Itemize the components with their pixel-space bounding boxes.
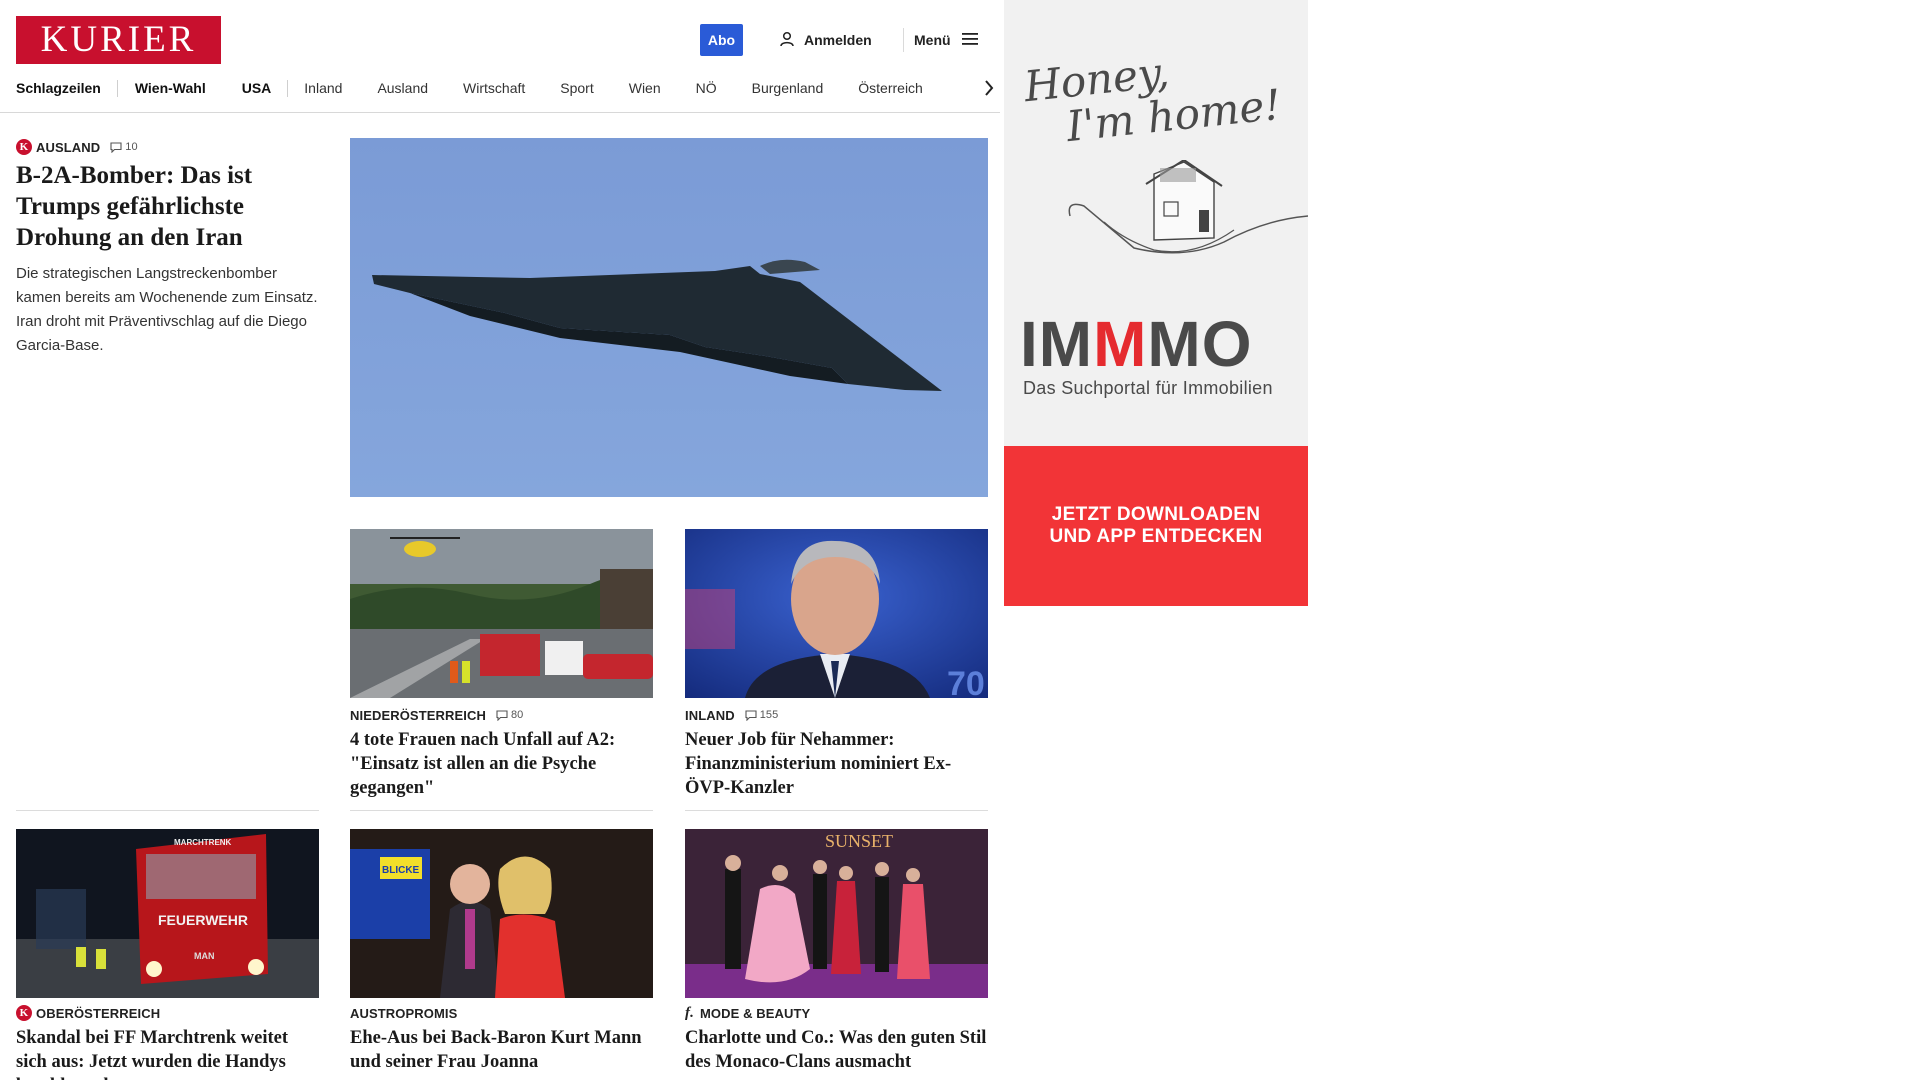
comment-icon: [496, 709, 508, 721]
nav-item-wien[interactable]: Wien: [629, 76, 661, 100]
immmo-advertisement[interactable]: Honey, I'm home! IMMMO Das Suchportal fü…: [1004, 0, 1308, 606]
menu-label: Menü: [914, 32, 951, 48]
menu-button[interactable]: Menü: [914, 30, 978, 50]
user-icon: [779, 31, 795, 50]
card-headline[interactable]: Charlotte und Co.: Was den guten Stil de…: [685, 1026, 988, 1074]
comment-count[interactable]: 155: [745, 709, 779, 721]
nav-divider: [116, 79, 118, 97]
photo-text: 70: [947, 665, 985, 698]
article-card[interactable]: K OBERÖSTERREICH Skandal bei FF Marchtre…: [16, 1004, 319, 1080]
comment-count-label: 80: [510, 709, 524, 721]
kurier-plus-icon: K: [16, 1005, 32, 1021]
ad-cta-line-1: JETZT DOWNLOADEN: [1051, 504, 1261, 525]
card-kicker: INLAND 155: [685, 706, 988, 724]
comment-count[interactable]: 10: [110, 141, 138, 153]
card-headline[interactable]: 4 tote Frauen nach Unfall auf A2: "Einsa…: [350, 728, 653, 800]
photo-text: SUNSET: [825, 831, 893, 851]
kicker-label: NIEDERÖSTERREICH: [350, 707, 486, 723]
ad-script-text: Honey, I'm home!: [1022, 39, 1284, 153]
section-divider: [16, 810, 319, 811]
article-card[interactable]: f. MODE & BEAUTY Charlotte und Co.: Was …: [685, 1004, 988, 1074]
section-divider: [685, 810, 988, 811]
nav-item-inland[interactable]: Inland: [304, 76, 342, 100]
article-card[interactable]: AUSTROPROMIS Ehe-Aus bei Back-Baron Kurt…: [350, 1004, 653, 1074]
ad-download-button[interactable]: JETZT DOWNLOADEN UND APP ENTDECKEN: [1004, 446, 1308, 606]
article-card[interactable]: INLAND 155 Neuer Job für Nehammer: Finan…: [685, 706, 988, 800]
nav-item-ausland[interactable]: Ausland: [377, 76, 428, 100]
kicker-label: AUSTROPROMIS: [350, 1005, 458, 1021]
lead-teaser[interactable]: Die strategischen Langstreckenbomber kam…: [16, 262, 322, 358]
hamburger-icon: [961, 32, 978, 49]
card-kicker: AUSTROPROMIS: [350, 1004, 653, 1022]
immmo-logo: IMMMO: [1020, 308, 1253, 380]
house-in-hand-icon: [1068, 160, 1308, 254]
card-headline[interactable]: Neuer Job für Nehammer: Finanzministeriu…: [685, 728, 988, 800]
ad-cta-line-2: UND APP ENTDECKEN: [1049, 526, 1263, 547]
chevron-right-icon: [985, 80, 994, 96]
kurier-plus-icon: K: [16, 139, 32, 155]
nav-item-oesterreich[interactable]: Österreich: [858, 76, 923, 100]
card-kicker: K OBERÖSTERREICH: [16, 1004, 319, 1022]
lead-image[interactable]: [350, 138, 988, 497]
photo-text: MAN: [194, 951, 215, 961]
nav-divider: [287, 79, 289, 97]
comment-icon: [745, 709, 757, 721]
ad-tagline: Das Suchportal für Immobilien: [1023, 378, 1273, 398]
firetruck-image[interactable]: FEUERWEHR MARCHTRENK MAN: [16, 829, 319, 998]
kicker-label: OBERÖSTERREICH: [36, 1005, 161, 1021]
article-card[interactable]: NIEDERÖSTERREICH 80 4 tote Frauen nach U…: [350, 706, 653, 800]
lead-headline[interactable]: B-2A-Bomber: Das ist Trumps gefährlichst…: [16, 160, 316, 253]
accident-image[interactable]: [350, 529, 653, 698]
nav-scroll-right-button[interactable]: [960, 76, 994, 100]
lead-kicker[interactable]: K AUSLAND 10: [16, 138, 138, 156]
comment-count-label: 155: [759, 709, 779, 721]
nav-item-wirtschaft[interactable]: Wirtschaft: [463, 76, 525, 100]
photo-text: FEUERWEHR: [158, 912, 248, 928]
kicker-label: AUSLAND: [36, 139, 101, 155]
nehammer-image[interactable]: 70: [685, 529, 988, 698]
nav-item-wien-wahl[interactable]: Wien-Wahl: [135, 76, 206, 100]
kurier-logo[interactable]: KURIER: [16, 16, 221, 64]
section-divider: [350, 810, 653, 811]
login-label: Anmelden: [804, 32, 872, 48]
abo-button[interactable]: Abo: [700, 24, 743, 56]
card-headline[interactable]: Ehe-Aus bei Back-Baron Kurt Mann und sei…: [350, 1026, 653, 1074]
nav-item-burgenland[interactable]: Burgenland: [752, 76, 824, 100]
photo-text: MARCHTRENK: [174, 838, 232, 847]
card-kicker: f. MODE & BEAUTY: [685, 1004, 988, 1022]
card-headline[interactable]: Skandal bei FF Marchtrenk weitet sich au…: [16, 1026, 319, 1080]
login-button[interactable]: Anmelden: [779, 30, 872, 50]
site-header: KURIER Abo Anmelden Menü Schlagzeilen Wi…: [0, 0, 1000, 113]
nav-item-sport[interactable]: Sport: [560, 76, 593, 100]
nav-item-noe[interactable]: NÖ: [696, 76, 717, 100]
promi-image[interactable]: BLICKE: [350, 829, 653, 998]
monaco-image[interactable]: SUNSET: [685, 829, 988, 998]
comment-count-label: 10: [125, 141, 138, 153]
nav-item-usa[interactable]: USA: [242, 76, 272, 100]
comment-count[interactable]: 80: [496, 709, 523, 721]
nav-item-schlagzeilen[interactable]: Schlagzeilen: [16, 76, 101, 100]
kicker-label: MODE & BEAUTY: [699, 1005, 811, 1021]
mode-beauty-icon: f.: [685, 1004, 694, 1021]
card-kicker: NIEDERÖSTERREICH 80: [350, 706, 653, 724]
section-nav: Schlagzeilen Wien-Wahl USA Inland Auslan…: [16, 76, 994, 100]
header-divider: [903, 28, 904, 52]
photo-text: BLICKE: [382, 865, 420, 876]
kicker-label: INLAND: [685, 707, 735, 723]
comment-icon: [110, 141, 122, 153]
